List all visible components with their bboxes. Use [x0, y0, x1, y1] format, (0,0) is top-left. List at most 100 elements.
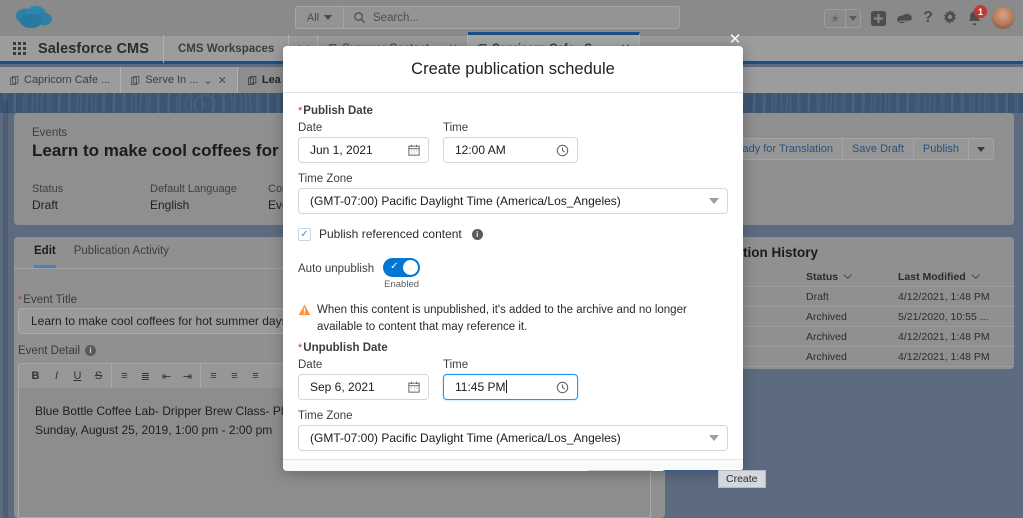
row-status: Archived — [806, 311, 898, 323]
app-root: All Search... ★ — [0, 0, 1023, 518]
align-right-button[interactable]: ≡ — [245, 365, 266, 388]
row-last-modified: 4/12/2021, 1:48 PM — [898, 331, 1014, 343]
publish-date-label: Date — [298, 122, 429, 134]
favorites-caret-icon[interactable] — [845, 10, 860, 27]
auto-unpublish-label: Auto unpublish — [298, 263, 374, 275]
publish-referenced-content-checkbox[interactable]: ✓ — [298, 228, 311, 241]
auto-unpublish-row: Auto unpublish ✓ Enabled — [298, 258, 728, 290]
meta-field-status: Status Draft — [32, 183, 150, 212]
chevron-down-icon — [324, 15, 332, 20]
publish-timezone-value: (GMT-07:00) Pacific Daylight Time (Ameri… — [310, 194, 621, 208]
close-icon[interactable]: ✕ — [218, 74, 227, 87]
create-button-tooltip: Create — [718, 470, 766, 488]
sort-chevron-icon[interactable] — [844, 270, 852, 278]
row-status: Draft — [806, 291, 898, 303]
underline-button[interactable]: U — [67, 365, 88, 388]
content-icon — [10, 76, 19, 85]
sub-tab-serve-in[interactable]: Serve In ... ⌄ ✕ — [121, 67, 238, 93]
unpublish-date-input[interactable]: Sep 6, 2021 — [298, 374, 429, 400]
column-header-last-modified[interactable]: Last Modified — [898, 271, 1014, 283]
setup-gear-icon[interactable] — [942, 10, 958, 26]
sub-tab-capricorn-cafe[interactable]: Capricorn Cafe ... — [0, 67, 121, 93]
sort-chevron-icon[interactable] — [971, 270, 979, 278]
unpublish-date-group: Date Sep 6, 2021 — [298, 359, 429, 400]
modal-title: Create publication schedule — [411, 60, 615, 79]
tab-publication-activity[interactable]: Publication Activity — [74, 245, 169, 268]
help-icon[interactable]: ? — [923, 9, 933, 27]
page-scrollbar[interactable] — [3, 100, 8, 518]
clock-icon[interactable] — [556, 144, 569, 157]
publish-timezone-select[interactable]: (GMT-07:00) Pacific Daylight Time (Ameri… — [298, 188, 728, 214]
required-marker: * — [298, 105, 302, 117]
numbered-list-button[interactable]: ≣ — [135, 365, 156, 388]
required-marker: * — [298, 342, 302, 354]
meta-value: English — [150, 198, 268, 212]
calendar-icon[interactable] — [408, 144, 420, 156]
strikethrough-button[interactable]: S — [88, 365, 109, 388]
unpublish-warning: When this content is unpublished, it's a… — [298, 302, 728, 335]
unpublish-timezone-select[interactable]: (GMT-07:00) Pacific Daylight Time (Ameri… — [298, 425, 728, 451]
align-center-button[interactable]: ≡ — [224, 365, 245, 388]
search-icon — [353, 11, 366, 24]
align-left-button[interactable]: ≡ — [203, 365, 224, 388]
publish-button[interactable]: Publish — [914, 139, 969, 159]
publish-time-group: Time 12:00 AM — [443, 122, 578, 163]
save-draft-button[interactable]: Save Draft — [843, 139, 914, 159]
meta-label: Default Language — [150, 183, 268, 195]
tab-edit[interactable]: Edit — [34, 245, 56, 268]
bulleted-list-button[interactable]: ≡ — [114, 365, 135, 388]
column-header-status[interactable]: Status — [806, 271, 898, 283]
chevron-down-icon[interactable]: ⌄ — [203, 74, 212, 87]
favorites-star-icon[interactable]: ★ — [825, 10, 845, 27]
unpublish-time-label: Time — [443, 359, 578, 371]
modal-header: Create publication schedule — [283, 46, 743, 93]
row-last-modified: 4/12/2021, 1:48 PM — [898, 291, 1014, 303]
row-last-modified: 4/12/2021, 1:48 PM — [898, 351, 1014, 363]
indent-button[interactable]: ⇥ — [177, 365, 198, 388]
nav-item-cms-workspaces[interactable]: CMS Workspaces — [178, 43, 274, 55]
notifications-bell-icon[interactable]: 1 — [967, 10, 982, 26]
meta-field-default-language: Default Language English — [150, 183, 268, 212]
add-icon[interactable] — [870, 10, 887, 27]
favorites-button[interactable]: ★ — [824, 9, 861, 28]
chevron-down-icon[interactable] — [709, 198, 719, 204]
app-name-label: Salesforce CMS — [38, 41, 149, 57]
meta-label: Status — [32, 183, 150, 195]
app-launcher-waffle-icon[interactable] — [13, 42, 26, 55]
calendar-icon[interactable] — [408, 381, 420, 393]
bold-button[interactable]: B — [25, 365, 46, 388]
publish-timezone-label: Time Zone — [298, 173, 728, 185]
salesforce-cloud-logo[interactable] — [12, 5, 54, 31]
check-icon: ✓ — [390, 261, 398, 272]
unpublish-time-input[interactable]: 11:45 PM — [443, 374, 578, 400]
clock-icon[interactable] — [556, 381, 569, 394]
nav-divider — [163, 35, 164, 63]
publish-date-group: Date Jun 1, 2021 — [298, 122, 429, 163]
record-object-label: Events — [32, 127, 67, 139]
row-status: Archived — [806, 331, 898, 343]
cancel-button[interactable]: Cancel — [587, 470, 654, 471]
info-icon[interactable]: i — [472, 229, 483, 240]
publish-referenced-content-row[interactable]: ✓ Publish referenced content i — [298, 227, 728, 241]
publish-referenced-content-label: Publish referenced content — [319, 227, 462, 241]
search-input[interactable]: Search... — [373, 12, 419, 24]
italic-button[interactable]: I — [46, 365, 67, 388]
publish-time-input[interactable]: 12:00 AM — [443, 137, 578, 163]
required-marker: * — [18, 294, 22, 306]
info-icon[interactable]: i — [85, 345, 96, 356]
unpublish-date-label: Date — [298, 359, 429, 371]
publish-date-input[interactable]: Jun 1, 2021 — [298, 137, 429, 163]
outdent-button[interactable]: ⇤ — [156, 365, 177, 388]
global-search-box[interactable]: All Search... — [295, 6, 680, 29]
search-scope-selector[interactable]: All — [296, 7, 344, 28]
sub-tab-label: Serve In ... — [145, 74, 198, 86]
auto-unpublish-toggle[interactable]: ✓ — [383, 258, 420, 277]
unpublish-timezone-value: (GMT-07:00) Pacific Daylight Time (Ameri… — [310, 431, 621, 445]
record-action-buttons: Ready for Translation Save Draft Publish — [718, 138, 994, 160]
global-header-icons: ★ ? — [824, 4, 1015, 32]
app-launcher-cloud-icon[interactable] — [896, 11, 914, 25]
user-avatar[interactable] — [991, 6, 1015, 30]
chevron-down-icon[interactable] — [709, 435, 719, 441]
text-caret — [506, 380, 507, 393]
more-actions-chevron-icon[interactable] — [969, 139, 993, 159]
